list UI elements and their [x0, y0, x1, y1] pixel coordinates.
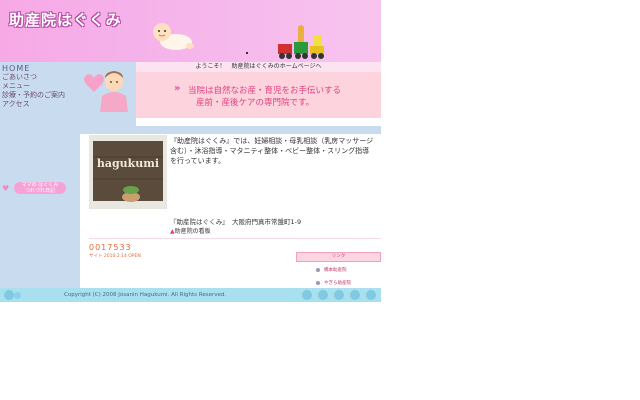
bubble-decor — [334, 290, 344, 300]
nurse-illustration — [80, 62, 136, 126]
site-open-date: サイト 2010.2.14 OPEN — [89, 254, 141, 259]
header-dot — [246, 52, 248, 54]
sign-text: hagukumi — [97, 157, 159, 170]
bubble-decor — [14, 292, 21, 299]
bubble-decor — [4, 290, 14, 300]
header: 助産院はぐくみ — [0, 0, 381, 62]
baby-illustration-icon — [153, 23, 194, 50]
signboard-image: hagukumi — [89, 135, 167, 209]
copyright-text: Copyright (C) 2008 Josanin Hagukumi. All… — [64, 292, 227, 298]
signboard-photo: hagukumi — [89, 135, 167, 209]
bubble-decor — [302, 290, 312, 300]
diary-label: ママの はぐくみ つれづれ日記 — [14, 182, 66, 194]
sidebar: HOME ごあいさつ メニュー 診療・予約のご案内 アクセス ♥ ママの はぐく… — [0, 62, 80, 288]
link-bullet-icon — [316, 281, 320, 285]
footer: Copyright (C) 2008 Josanin Hagukumi. All… — [0, 288, 381, 302]
nav-item-greeting[interactable]: ごあいさつ — [2, 73, 65, 82]
sidebar-nav: HOME ごあいさつ メニュー 診療・予約のご案内 アクセス — [2, 64, 65, 109]
visitor-counter: 0017533 — [89, 243, 132, 252]
nav-item-reservation[interactable]: 診療・予約のご案内 — [2, 91, 65, 100]
bubble-decor — [350, 290, 360, 300]
banner-line-2: 産前・産後ケアの専門院です。 — [196, 98, 315, 108]
clinic-description: 『助産院はぐくみ』では、妊婦相談・母乳相談（乳房マッサージ含む）・沐浴指導・マタ… — [170, 137, 374, 165]
double-chevron-icon: » — [174, 83, 181, 94]
link-bullet-icon — [316, 268, 320, 272]
page: 助産院はぐくみ HOME ごあいさつ メニュー 診療・予約のご案内 アクセス ♥… — [0, 0, 381, 302]
heart-icon: ♥ — [2, 184, 10, 193]
link-yagira[interactable]: やぎら助産院 — [324, 280, 351, 286]
photo-caption: ▲助産院の看板 — [170, 226, 211, 235]
banner-line-1: 当院は自然なお産・育児をお手伝いする — [188, 86, 342, 96]
bubble-decor — [318, 290, 328, 300]
link-hashimoto[interactable]: 橋本助産院 — [324, 267, 347, 273]
heart-midwife-icon — [84, 71, 128, 112]
nav-item-home[interactable]: HOME — [2, 64, 65, 73]
links-header: リンク — [296, 252, 381, 262]
site-logo[interactable]: 助産院はぐくみ — [9, 9, 122, 30]
content-divider — [89, 238, 381, 239]
caption-text: 助産院の看板 — [174, 228, 211, 235]
nav-item-menu[interactable]: メニュー — [2, 82, 65, 91]
toy-train-icon — [278, 25, 324, 59]
bubble-decor — [366, 290, 376, 300]
content-top-strip — [80, 126, 381, 134]
welcome-text: ようこそ！ 助産院はぐくみのホームページへ — [136, 62, 381, 72]
intro-banner: » 当院は自然なお産・育児をお手伝いする 産前・産後ケアの専門院です。 — [136, 72, 381, 118]
diary-link[interactable]: ♥ ママの はぐくみ つれづれ日記 — [2, 182, 66, 194]
nav-item-access[interactable]: アクセス — [2, 100, 65, 109]
clinic-address: 『助産院はぐくみ』 大阪府門真市常盤町1-9 — [170, 218, 302, 226]
